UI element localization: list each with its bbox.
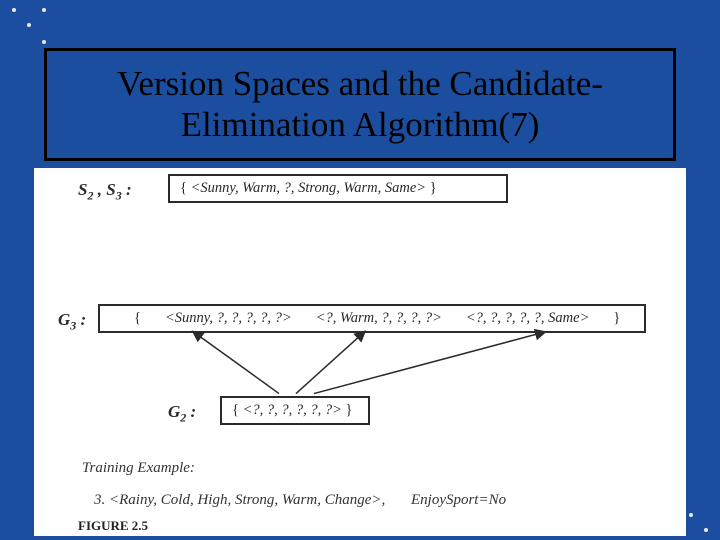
- training-example-heading: Training Example:: [82, 460, 195, 477]
- figure-panel: S2 , S3 : G3 : G2 : <Sunny, Warm, ?, Str…: [34, 168, 686, 536]
- specialization-arrows: [34, 168, 686, 536]
- slide-title: Version Spaces and the Candidate-Elimina…: [55, 63, 665, 146]
- training-example-row: 3. <Rainy, Cold, High, Strong, Warm, Cha…: [94, 492, 506, 509]
- label-s2-s3: S2 , S3 :: [78, 180, 132, 203]
- figure-caption: FIGURE 2.5: [78, 518, 148, 534]
- slide-title-frame: Version Spaces and the Candidate-Elimina…: [44, 48, 676, 161]
- label-g2: G2 :: [168, 402, 196, 425]
- s-boundary-box: <Sunny, Warm, ?, Strong, Warm, Same>: [168, 174, 508, 203]
- training-example-instance: <Rainy, Cold, High, Strong, Warm, Change…: [109, 492, 385, 508]
- g2-boundary-box: <?, ?, ?, ?, ?, ?>: [220, 396, 370, 425]
- label-g3: G3 :: [58, 310, 86, 333]
- g3-hypothesis-3: <?, ?, ?, ?, ?, Same>: [466, 310, 589, 327]
- g3-hypothesis-1: <Sunny, ?, ?, ?, ?, ?>: [165, 310, 292, 327]
- training-example-index: 3.: [94, 492, 105, 508]
- g3-boundary-box: { <Sunny, ?, ?, ?, ?, ?> <?, Warm, ?, ?,…: [98, 304, 646, 333]
- training-example-answer: EnjoySport=No: [411, 492, 506, 508]
- g3-hypothesis-2: <?, Warm, ?, ?, ?, ?>: [316, 310, 442, 327]
